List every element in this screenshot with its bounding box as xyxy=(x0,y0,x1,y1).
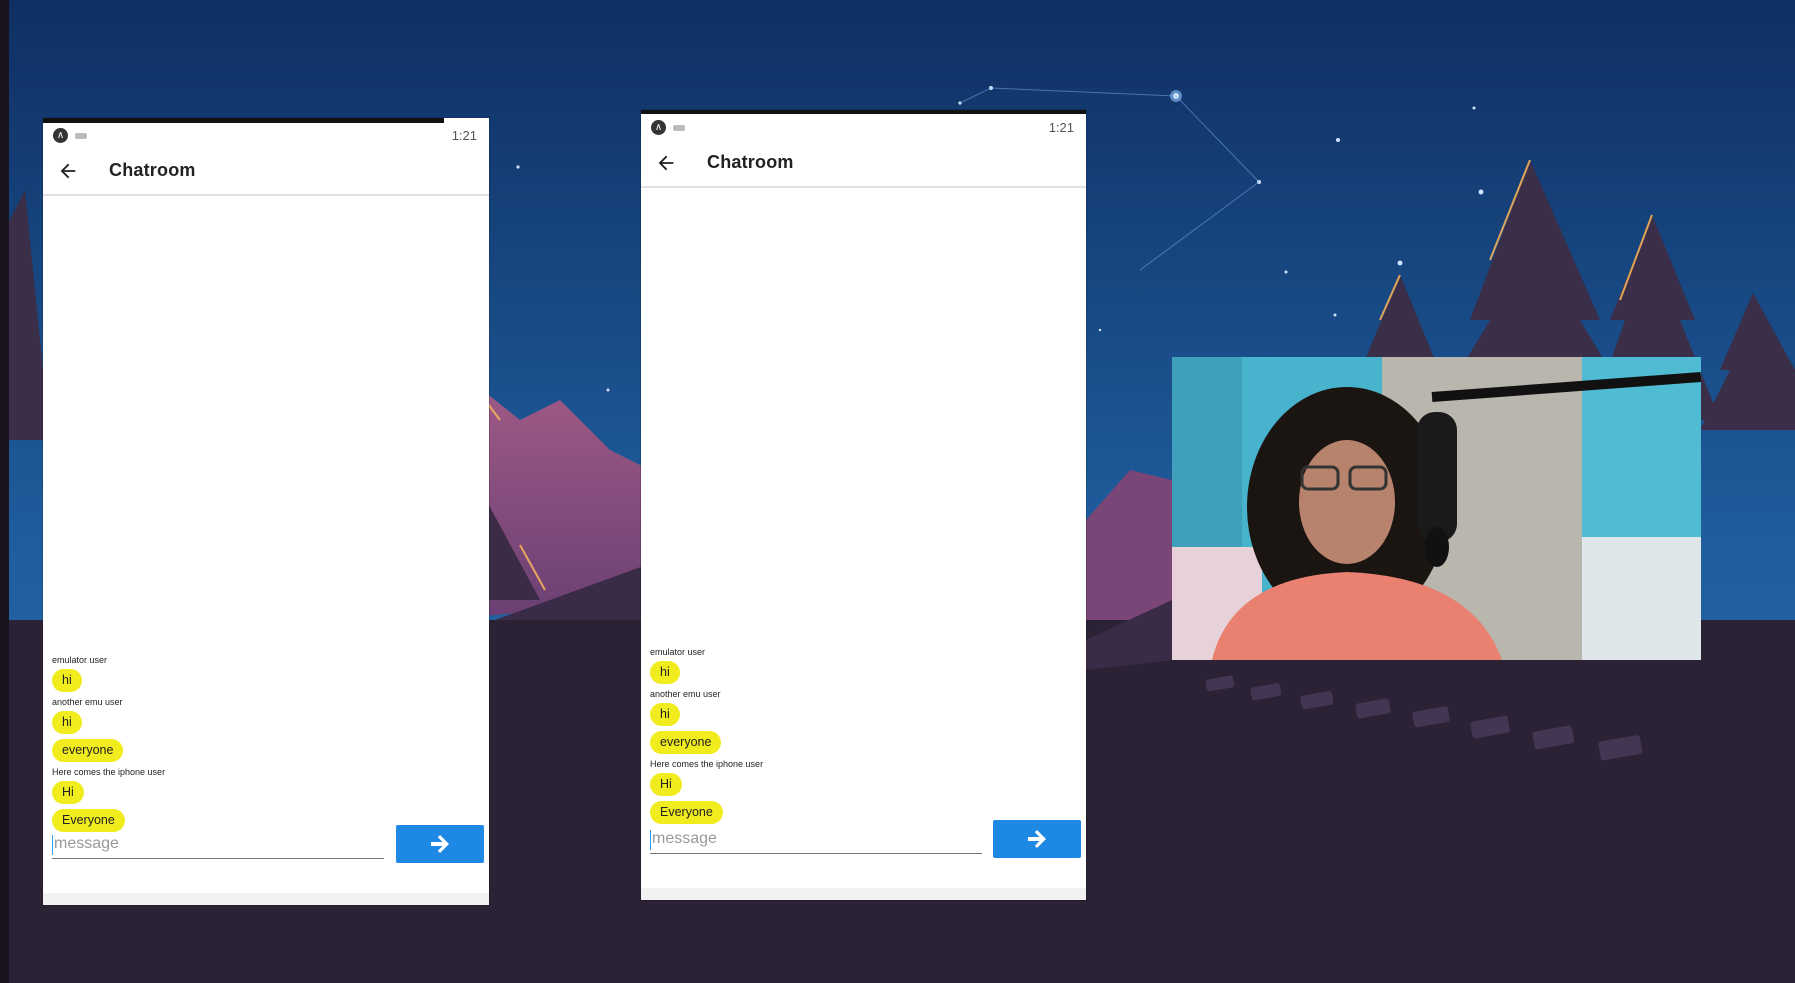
status-time: 1:21 xyxy=(451,128,477,143)
message-input[interactable] xyxy=(650,824,982,854)
send-button[interactable] xyxy=(396,825,484,863)
chat-bubble: hi xyxy=(52,711,82,734)
arrow-right-icon xyxy=(431,835,449,853)
message-composer xyxy=(650,820,1081,860)
sender-name: emulator user xyxy=(650,647,706,657)
notification-icon xyxy=(673,125,685,131)
status-bar: ∧ 1:21 xyxy=(641,115,1086,139)
emulator-window-right: ∧ 1:21 Chatroom emulator user hi another… xyxy=(641,110,1086,900)
message-list: emulator user hi another emu user hi eve… xyxy=(650,647,1077,829)
back-arrow-icon[interactable] xyxy=(655,152,677,174)
expo-icon: ∧ xyxy=(53,128,68,143)
expo-icon: ∧ xyxy=(651,120,666,135)
sender-name: another emu user xyxy=(52,697,123,707)
emulator-bottom-edge xyxy=(641,888,1086,900)
status-time: 1:21 xyxy=(1048,120,1074,135)
text-caret xyxy=(52,835,53,855)
left-edge-strip xyxy=(0,0,9,983)
chat-bubble: Hi xyxy=(52,781,84,804)
text-caret xyxy=(650,830,651,850)
webcam-frame-illustration xyxy=(1172,357,1701,660)
app-bar: Chatroom xyxy=(641,140,1086,188)
sender-name: emulator user xyxy=(52,655,108,665)
send-button[interactable] xyxy=(993,820,1081,858)
arrow-right-icon xyxy=(1028,830,1046,848)
chat-bubble: Hi xyxy=(650,773,682,796)
page-title: Chatroom xyxy=(707,152,794,172)
chat-bubble: hi xyxy=(650,661,680,684)
emulator-bottom-edge xyxy=(43,893,489,905)
back-arrow-icon[interactable] xyxy=(57,160,79,182)
emulator-window-left: ∧ 1:21 Chatroom emulator user hi another… xyxy=(43,118,489,905)
chat-bubble: everyone xyxy=(52,739,124,762)
sender-name: another emu user xyxy=(650,689,721,699)
notification-icon xyxy=(75,133,87,139)
sender-name: Here comes the iphone user xyxy=(52,767,166,777)
emulator-top-edge xyxy=(641,110,1086,114)
message-list: emulator user hi another emu user hi eve… xyxy=(52,655,480,837)
message-composer xyxy=(52,825,484,865)
sender-name: Here comes the iphone user xyxy=(650,759,764,769)
message-input[interactable] xyxy=(52,829,384,859)
page-title: Chatroom xyxy=(109,160,196,180)
status-bar: ∧ 1:21 xyxy=(43,123,489,147)
chat-bubble: hi xyxy=(650,703,680,726)
webcam-video-feed xyxy=(1172,357,1701,660)
app-bar: Chatroom xyxy=(43,148,489,196)
chat-bubble: hi xyxy=(52,669,82,692)
chat-bubble: everyone xyxy=(650,731,722,754)
